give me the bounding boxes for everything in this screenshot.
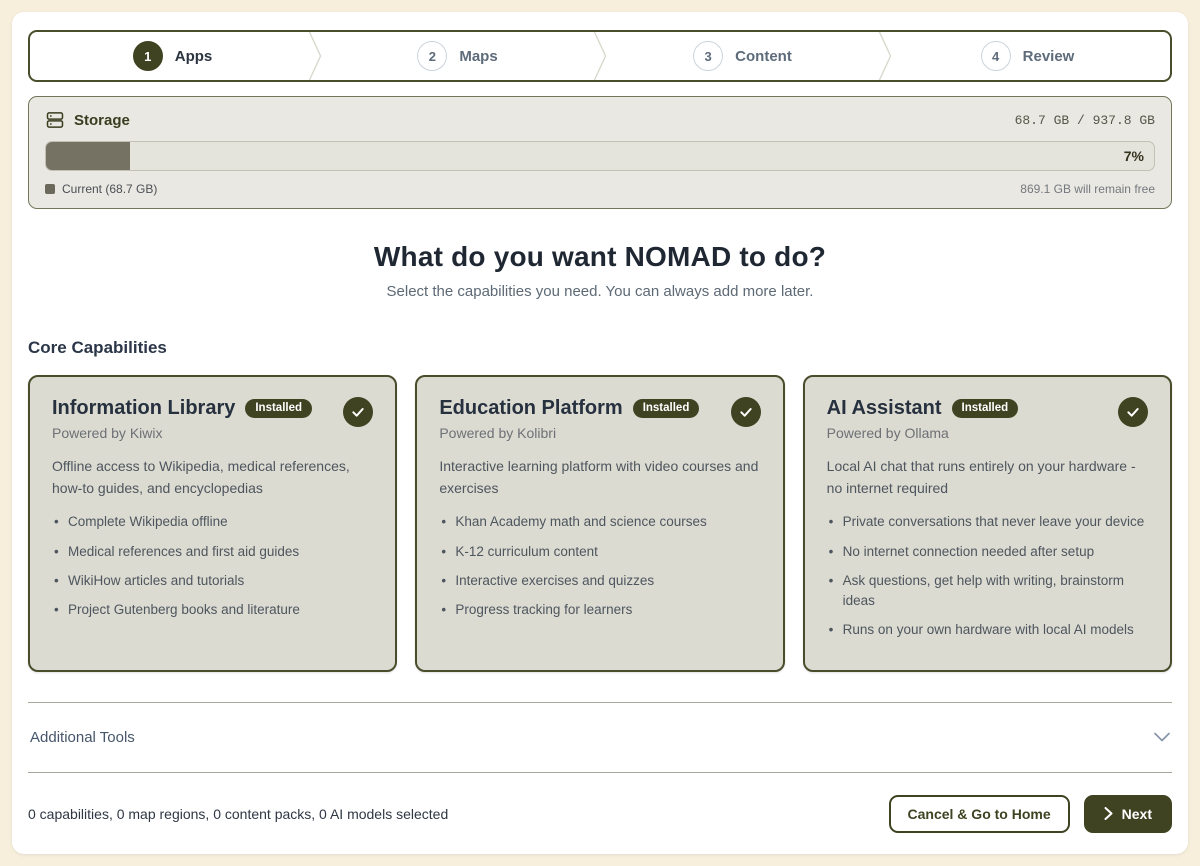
tab-step-review[interactable]: 4 Review <box>885 32 1170 80</box>
capability-cards: Information Library Installed Powered by… <box>28 375 1172 672</box>
storage-progress-fill <box>46 142 130 170</box>
feature-item: K-12 curriculum content <box>439 542 760 562</box>
cancel-button[interactable]: Cancel & Go to Home <box>889 795 1070 833</box>
capability-card-ai-assistant[interactable]: AI Assistant Installed Powered by Ollama… <box>803 375 1172 672</box>
installed-badge: Installed <box>952 399 1019 418</box>
tab-step-apps[interactable]: 1 Apps <box>30 32 315 80</box>
card-description: Offline access to Wikipedia, medical ref… <box>52 456 373 499</box>
step-number-badge: 3 <box>693 41 723 71</box>
storage-usage-text: 68.7 GB / 937.8 GB <box>1015 113 1155 128</box>
card-title: AI Assistant <box>827 397 942 420</box>
installed-badge: Installed <box>245 399 312 418</box>
wizard-footer: 0 capabilities, 0 map regions, 0 content… <box>28 773 1172 833</box>
step-label: Content <box>735 48 792 65</box>
feature-item: Progress tracking for learners <box>439 600 760 620</box>
next-button[interactable]: Next <box>1084 795 1172 833</box>
card-title: Information Library <box>52 397 235 420</box>
chevron-down-icon <box>1154 732 1170 742</box>
selected-check-icon[interactable] <box>731 397 761 427</box>
step-label: Review <box>1023 48 1075 65</box>
storage-progress-bar: 7% <box>45 141 1155 171</box>
card-description: Interactive learning platform with video… <box>439 456 760 499</box>
powered-by-label: Powered by Kiwix <box>52 425 312 441</box>
feature-item: Khan Academy math and science courses <box>439 512 760 532</box>
feature-item: Private conversations that never leave y… <box>827 512 1148 532</box>
step-number-badge: 4 <box>981 41 1011 71</box>
page-title: What do you want NOMAD to do? <box>28 241 1172 273</box>
selected-check-icon[interactable] <box>1118 397 1148 427</box>
powered-by-label: Powered by Ollama <box>827 425 1019 441</box>
feature-item: Ask questions, get help with writing, br… <box>827 571 1148 612</box>
card-feature-list: Complete Wikipedia offline Medical refer… <box>52 512 373 620</box>
wizard-stepper: 1 Apps 2 Maps 3 Content 4 Review <box>28 30 1172 82</box>
legend-current-swatch <box>45 184 55 194</box>
setup-wizard-page: 1 Apps 2 Maps 3 Content 4 Review <box>12 12 1188 854</box>
feature-item: Interactive exercises and quizzes <box>439 571 760 591</box>
legend-current-label: Current (68.7 GB) <box>62 182 157 196</box>
additional-tools-label: Additional Tools <box>30 729 135 746</box>
section-title-core-capabilities: Core Capabilities <box>28 338 1172 358</box>
storage-remaining-label: 869.1 GB will remain free <box>1020 182 1155 196</box>
feature-item: Complete Wikipedia offline <box>52 512 373 532</box>
step-label: Apps <box>175 48 213 65</box>
card-title: Education Platform <box>439 397 622 420</box>
installed-badge: Installed <box>633 399 700 418</box>
card-feature-list: Private conversations that never leave y… <box>827 512 1148 640</box>
feature-item: Project Gutenberg books and literature <box>52 600 373 620</box>
feature-item: No internet connection needed after setu… <box>827 542 1148 562</box>
selection-summary: 0 capabilities, 0 map regions, 0 content… <box>28 806 448 822</box>
tab-step-maps[interactable]: 2 Maps <box>315 32 600 80</box>
additional-tools-expander[interactable]: Additional Tools <box>28 703 1172 772</box>
storage-server-icon <box>45 110 65 130</box>
storage-percent-label: 7% <box>1124 142 1144 170</box>
feature-item: Runs on your own hardware with local AI … <box>827 620 1148 640</box>
capability-card-information-library[interactable]: Information Library Installed Powered by… <box>28 375 397 672</box>
tab-step-content[interactable]: 3 Content <box>600 32 885 80</box>
selected-check-icon[interactable] <box>343 397 373 427</box>
capability-card-education-platform[interactable]: Education Platform Installed Powered by … <box>415 375 784 672</box>
feature-item: WikiHow articles and tutorials <box>52 571 373 591</box>
feature-item: Medical references and first aid guides <box>52 542 373 562</box>
step-number-badge: 1 <box>133 41 163 71</box>
page-subtitle: Select the capabilities you need. You ca… <box>28 283 1172 300</box>
storage-title: Storage <box>74 112 130 129</box>
chevron-right-icon <box>1104 807 1113 820</box>
step-label: Maps <box>459 48 497 65</box>
card-feature-list: Khan Academy math and science courses K-… <box>439 512 760 620</box>
step-number-badge: 2 <box>417 41 447 71</box>
next-button-label: Next <box>1122 806 1152 822</box>
card-description: Local AI chat that runs entirely on your… <box>827 456 1148 499</box>
storage-panel: Storage 68.7 GB / 937.8 GB 7% Current (6… <box>28 96 1172 209</box>
powered-by-label: Powered by Kolibri <box>439 425 699 441</box>
